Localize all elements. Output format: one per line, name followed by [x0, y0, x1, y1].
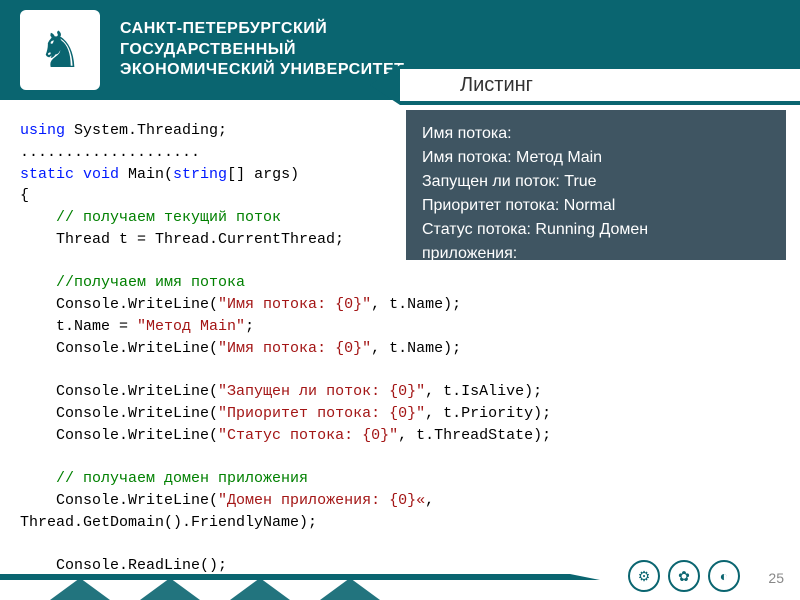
code-text: Console.WriteLine(	[20, 492, 218, 509]
code-string: "Имя потока: {0}"	[218, 296, 371, 313]
output-line: Имя потока: Метод Main	[422, 146, 770, 170]
code-comment: // получаем домен приложения	[20, 470, 308, 487]
lion-icon: ♞	[38, 21, 83, 79]
code-text: , t.Priority);	[425, 405, 551, 422]
code-text: ,	[425, 492, 434, 509]
code-text: [] args)	[227, 166, 299, 183]
kw-void: void	[74, 166, 119, 183]
output-line: Приоритет потока: Normal	[422, 194, 770, 218]
output-line: Имя потока:	[422, 122, 770, 146]
uni-line3: ЭКОНОМИЧЕСКИЙ УНИВЕРСИТЕТ	[120, 60, 404, 81]
chevron-icon	[140, 578, 200, 600]
code-text: ;	[245, 318, 254, 335]
slide-title-ribbon: Листинг	[400, 65, 800, 105]
code-text: , t.Name);	[371, 340, 461, 357]
uni-line2: ГОСУДАРСТВЕННЫЙ	[120, 40, 404, 61]
slide-footer: ⚙ ✿ ◐ 25	[0, 550, 800, 600]
slide-title: Листинг	[460, 74, 533, 97]
code-string: "Приоритет потока: {0}"	[218, 405, 425, 422]
code-string: "Статус потока: {0}"	[218, 427, 398, 444]
university-logo: ♞	[20, 10, 100, 90]
footer-logo-icon: ◐	[708, 560, 740, 592]
chevron-icon	[230, 578, 290, 600]
code-text: Console.WriteLine(	[20, 405, 218, 422]
output-line: Статус потока: Running Домен	[422, 218, 770, 242]
code-text: {	[20, 187, 29, 204]
footer-chevrons	[50, 578, 380, 600]
code-text: , t.Name);	[371, 296, 461, 313]
uni-line1: САНКТ-ПЕТЕРБУРГСКИЙ	[120, 19, 404, 40]
code-string: "Запущен ли поток: {0}"	[218, 383, 425, 400]
kw-static: static	[20, 166, 74, 183]
console-output-box: Имя потока: Имя потока: Метод Main Запущ…	[406, 110, 786, 260]
footer-logo-icon: ✿	[668, 560, 700, 592]
code-string: "Имя потока: {0}"	[218, 340, 371, 357]
code-text: , t.IsAlive);	[425, 383, 542, 400]
output-line: приложения:	[422, 242, 770, 260]
code-text: , t.ThreadState);	[398, 427, 551, 444]
footer-logos: ⚙ ✿ ◐	[628, 560, 740, 592]
code-text: Thread.GetDomain().FriendlyName);	[20, 514, 317, 531]
code-text: Console.WriteLine(	[20, 383, 218, 400]
code-text: Console.WriteLine(	[20, 427, 218, 444]
code-text: Thread t = Thread.CurrentThread;	[20, 231, 344, 248]
code-text: t.Name =	[20, 318, 137, 335]
university-name: САНКТ-ПЕТЕРБУРГСКИЙ ГОСУДАРСТВЕННЫЙ ЭКОН…	[120, 19, 404, 81]
output-line: Запущен ли поток: True	[422, 170, 770, 194]
code-comment: //получаем имя потока	[20, 274, 245, 291]
code-text: Console.WriteLine(	[20, 296, 218, 313]
chevron-icon	[320, 578, 380, 600]
code-text: ....................	[20, 144, 200, 161]
kw-string: string	[173, 166, 227, 183]
chevron-icon	[50, 578, 110, 600]
code-text: System.Threading;	[65, 122, 227, 139]
code-text: Console.WriteLine(	[20, 340, 218, 357]
footer-logo-icon: ⚙	[628, 560, 660, 592]
code-comment: // получаем текущий поток	[20, 209, 281, 226]
page-number: 25	[768, 570, 784, 586]
code-string: "Домен приложения: {0}«	[218, 492, 425, 509]
kw-using: using	[20, 122, 65, 139]
code-string: "Метод Main"	[137, 318, 245, 335]
code-text: Main(	[119, 166, 173, 183]
